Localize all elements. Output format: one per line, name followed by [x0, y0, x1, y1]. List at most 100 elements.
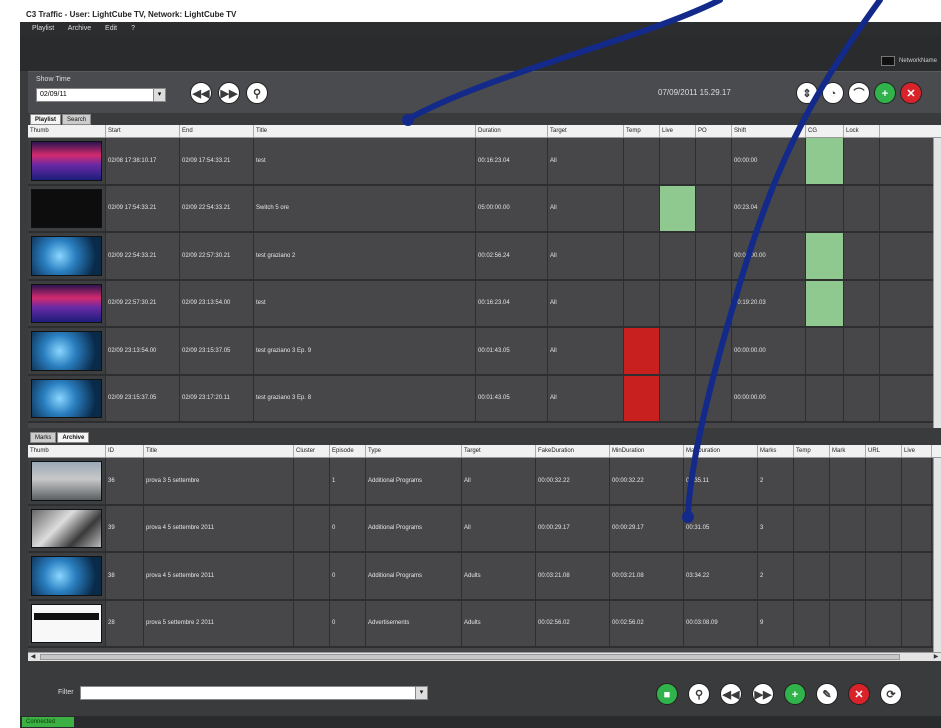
cell-po — [696, 138, 732, 184]
column-header-cg[interactable]: CG — [806, 125, 844, 137]
cell-cg — [806, 328, 844, 374]
thumbnail-image — [31, 141, 102, 181]
cell-fake: 00:00:29.17 — [536, 505, 610, 551]
column-header-po[interactable]: PO — [696, 125, 732, 137]
table-row[interactable]: 39 prova 4 5 settembre 2011 0 Additional Pr… — [28, 505, 941, 553]
chevron-down-icon[interactable]: ▾ — [153, 89, 165, 101]
menu-help[interactable]: ? — [131, 25, 135, 32]
table-row[interactable]: 02/09 23:15:37.05 02/09 23:17:20.11 test g… — [28, 375, 941, 423]
thumbnail-cell — [28, 553, 106, 599]
column-header-url[interactable]: URL — [866, 445, 902, 457]
column-header-temp[interactable]: Temp — [794, 445, 830, 457]
search-button[interactable]: ⚲ — [246, 82, 268, 104]
column-header-thumb[interactable]: Thumb — [28, 445, 106, 457]
tab-archive[interactable]: Archive — [57, 432, 90, 443]
cell-duration: 00:16:23.04 — [476, 280, 548, 326]
show-time-select[interactable]: 02/09/11 ▾ — [36, 88, 166, 102]
cell-target: All — [548, 233, 624, 279]
menu-playlist[interactable]: Playlist — [32, 25, 54, 32]
scroll-left-icon[interactable]: ◀ — [28, 653, 38, 661]
column-header-live[interactable]: Live — [902, 445, 932, 457]
thumbnail-cell — [28, 600, 106, 646]
column-header-lock[interactable]: Lock — [844, 125, 880, 137]
clock-icon: ◔ — [829, 88, 837, 100]
column-header-end[interactable]: End — [180, 125, 254, 137]
cell-marks: 9 — [758, 600, 794, 646]
column-header-target[interactable]: Target — [462, 445, 536, 457]
menu-archive[interactable]: Archive — [68, 25, 91, 32]
add-button[interactable]: + — [874, 82, 896, 104]
fast-forward-button[interactable]: ▶▶ — [218, 82, 240, 104]
column-header-thumb[interactable]: Thumb — [28, 125, 106, 137]
cell-target: All — [548, 280, 624, 326]
cell-fake: 00:02:56.02 — [536, 600, 610, 646]
column-header-marks[interactable]: Marks — [758, 445, 794, 457]
arc-button[interactable]: ⌒ — [848, 82, 870, 104]
edit-button[interactable]: ✎ — [816, 683, 838, 705]
table-row[interactable]: 02/09 22:54:33.21 02/09 22:57:30.21 test g… — [28, 233, 941, 281]
fast-forward-button[interactable]: ▶▶ — [752, 683, 774, 705]
menu-edit[interactable]: Edit — [105, 25, 117, 32]
filter-select[interactable]: ▾ — [80, 686, 428, 700]
thumbnail-image — [31, 508, 102, 548]
rewind-icon: ◀◀ — [722, 689, 740, 701]
scroll-thumb[interactable] — [40, 654, 900, 660]
playlist-header: Thumb Start End Title Duration Target Temp Live… — [28, 125, 941, 138]
cell-temp — [624, 233, 660, 279]
table-row[interactable]: 28 prova 5 settembre 2 2011 0 Advertisement… — [28, 600, 941, 648]
tab-marks[interactable]: Marks — [30, 432, 57, 443]
column-header-live[interactable]: Live — [660, 125, 696, 137]
rewind-button[interactable]: ◀◀ — [190, 82, 212, 104]
column-header-maxduration[interactable]: MaxDuration — [684, 445, 758, 457]
rewind-button[interactable]: ◀◀ — [720, 683, 742, 705]
column-header-title[interactable]: Title — [254, 125, 476, 137]
cell-id: 38 — [106, 553, 144, 599]
resize-vertical-button[interactable]: ⇕ — [796, 82, 818, 104]
table-row[interactable]: 02/09 17:54:33.21 02/09 22:54:33.21 Switch… — [28, 185, 941, 233]
column-header-start[interactable]: Start — [106, 125, 180, 137]
column-header-mark[interactable]: Mark — [830, 445, 866, 457]
search-button[interactable]: ⚲ — [688, 683, 710, 705]
scroll-right-icon[interactable]: ▶ — [931, 653, 941, 661]
cell-target: All — [548, 328, 624, 374]
column-header-duration[interactable]: Duration — [476, 125, 548, 137]
tab-search[interactable]: Search — [62, 114, 92, 125]
tab-playlist[interactable]: Playlist — [30, 114, 62, 125]
column-header-target[interactable]: Target — [548, 125, 624, 137]
clock-button[interactable]: ◔ — [822, 82, 844, 104]
archive-button[interactable]: ■ — [656, 683, 678, 705]
column-header-episode[interactable]: Episode — [330, 445, 366, 457]
column-header-type[interactable]: Type — [366, 445, 462, 457]
archive-vertical-scrollbar[interactable] — [933, 458, 941, 652]
table-row[interactable]: 38 prova 4 5 settembre 2011 0 Additional Pr… — [28, 553, 941, 601]
add-button[interactable]: + — [784, 683, 806, 705]
column-header-minduration[interactable]: MinDuration — [610, 445, 684, 457]
table-row[interactable]: 02/09 23:13:54.00 02/09 23:15:37.05 test g… — [28, 328, 941, 376]
thumbnail-image — [31, 461, 102, 501]
column-header-shift[interactable]: Shift — [732, 125, 806, 137]
column-header-title[interactable]: Title — [144, 445, 294, 457]
column-header-temp[interactable]: Temp — [624, 125, 660, 137]
table-row[interactable]: 02/09 22:57:30.21 02/09 23:13:54.00 test 00… — [28, 280, 941, 328]
column-header-id[interactable]: ID — [106, 445, 144, 457]
delete-button[interactable]: ✕ — [848, 683, 870, 705]
playlist-vertical-scrollbar[interactable] — [933, 138, 941, 428]
cell-duration: 00:02:56.24 — [476, 233, 548, 279]
cell-lock — [844, 328, 880, 374]
column-header-fakeduration[interactable]: FakeDuration — [536, 445, 610, 457]
fast-forward-icon: ▶▶ — [220, 88, 238, 100]
column-header-cluster[interactable]: Cluster — [294, 445, 330, 457]
chevron-down-icon[interactable]: ▾ — [415, 687, 427, 699]
thumbnail-cell — [28, 280, 106, 326]
status-bar: Connected — [20, 716, 941, 728]
delete-button[interactable]: ✕ — [900, 82, 922, 104]
archive-horizontal-scrollbar[interactable]: ◀ ▶ — [28, 652, 941, 661]
cell-id: 36 — [106, 458, 144, 504]
playlist-toolbar: Show Time 02/09/11 ▾ ◀◀ ▶▶ ⚲ 07/09/2011 15… — [28, 71, 941, 113]
refresh-button[interactable]: ⟳ — [880, 683, 902, 705]
window-title: C3 Traffic - User: LightCube TV, Network… — [20, 8, 941, 22]
table-row[interactable]: 02/08 17:38:10.17 02/09 17:54:33.21 test 00… — [28, 138, 941, 186]
cell-mark — [830, 458, 866, 504]
table-row[interactable]: 36 prova 3 5 settembre 1 Additional Program… — [28, 458, 941, 506]
resize-vertical-icon: ⇕ — [802, 88, 812, 100]
